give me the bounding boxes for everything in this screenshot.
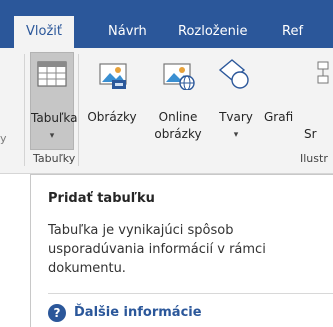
tooltip-divider	[48, 293, 333, 294]
online-pictures-icon	[162, 60, 196, 93]
pictures-button[interactable]: Obrázky	[82, 52, 142, 150]
shapes-icon	[218, 58, 252, 93]
tooltip-description: Tabuľka je vynikajúci spôsob usporadúvan…	[48, 223, 266, 276]
group-label-tables: Tabuľky	[33, 152, 76, 165]
pictures-icon	[98, 60, 130, 93]
online-pictures-label-line1: Online	[158, 110, 198, 124]
chevron-down-icon: ▾	[49, 131, 55, 141]
ribbon-divider	[24, 54, 25, 166]
shapes-button-label: Tvary	[219, 110, 253, 124]
table-button[interactable]: Tabuľka ▾	[30, 52, 78, 150]
online-pictures-button[interactable]: Online obrázky	[148, 52, 208, 150]
tab-references[interactable]: Ref	[270, 16, 315, 48]
tooltip-title: Pridať tabuľku	[48, 191, 155, 206]
ribbon-left-edge-label: y	[0, 132, 7, 145]
smartart-button[interactable]: Grafi Sr	[264, 52, 333, 150]
group-label-illustrations: Ilustr	[300, 152, 328, 165]
pictures-button-label: Obrázky	[87, 110, 137, 124]
ribbon-body: y Tabuľka ▾ Tabuľky Obrázky Online obráz…	[0, 48, 333, 174]
smartart-label-line1: Grafi	[264, 110, 294, 124]
table-button-label: Tabuľka	[31, 111, 78, 125]
more-info-label: Ďalšie informácie	[74, 305, 202, 320]
tab-layout[interactable]: Rozloženie	[166, 16, 259, 48]
table-icon	[37, 61, 67, 90]
smartart-label-line2: Sr	[304, 127, 317, 141]
shapes-button[interactable]: Tvary ▾	[214, 52, 258, 150]
ribbon-group-divider	[78, 54, 79, 166]
chevron-down-icon: ▾	[233, 130, 239, 140]
online-pictures-label-line2: obrázky	[154, 127, 202, 141]
ribbon-tab-bar: Vložiť Návrh Rozloženie Ref	[0, 0, 333, 48]
tab-insert[interactable]: Vložiť	[14, 16, 74, 48]
tab-design[interactable]: Návrh	[96, 16, 159, 48]
table-tooltip: Pridať tabuľku Tabuľka je vynikajúci spô…	[30, 174, 333, 327]
smartart-icon	[310, 60, 333, 93]
help-icon: ?	[48, 304, 66, 322]
